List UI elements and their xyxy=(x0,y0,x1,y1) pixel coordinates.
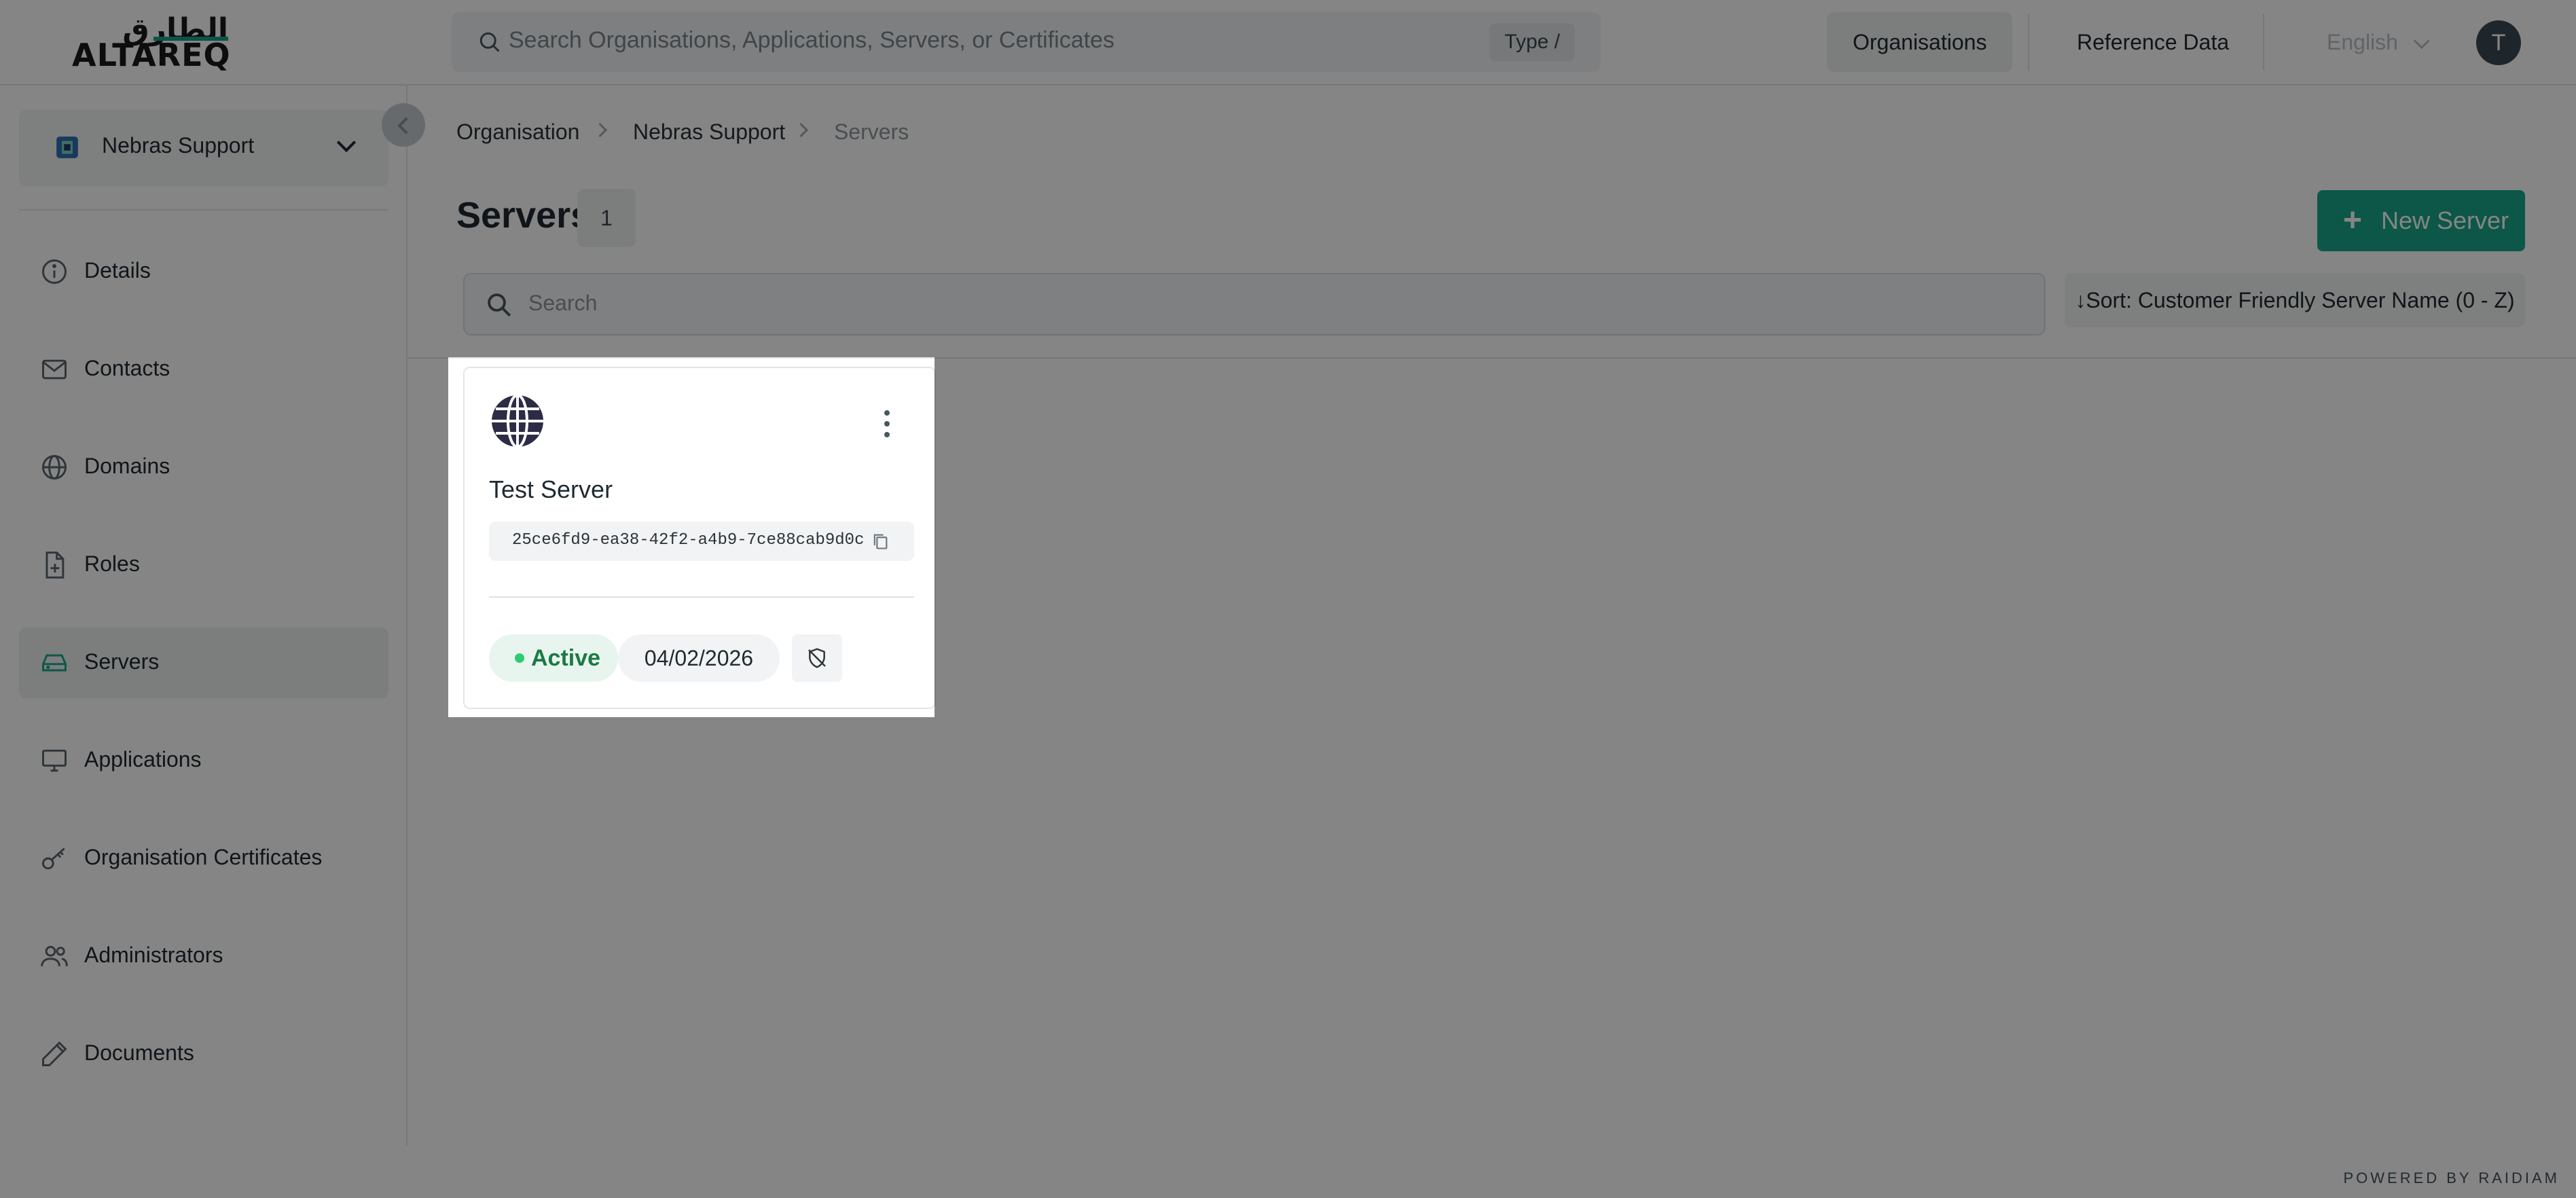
server-date-badge: 04/02/2026 xyxy=(618,634,780,682)
overlay-top xyxy=(0,0,2576,357)
shield-off-icon xyxy=(808,648,826,668)
status-badge: Active xyxy=(489,634,618,682)
server-card[interactable]: Test Server 25ce6fd9-ea38-42f2-a4b9-7ce8… xyxy=(463,367,936,709)
overlay-right xyxy=(935,357,2576,717)
server-id-field: 25ce6fd9-ea38-42f2-a4b9-7ce88cab9d0c xyxy=(489,522,914,561)
powered-by-footer: POWERED BY RAIDIAM xyxy=(2343,1169,2560,1186)
copy-icon[interactable] xyxy=(871,531,890,551)
status-dot-icon xyxy=(515,653,524,663)
overlay-bottom xyxy=(0,717,2576,1198)
certificate-shield-button[interactable] xyxy=(792,634,842,682)
card-divider xyxy=(489,596,914,598)
server-globe-icon xyxy=(492,394,543,448)
overlay-left xyxy=(0,357,448,717)
server-id: 25ce6fd9-ea38-42f2-a4b9-7ce88cab9d0c xyxy=(512,531,865,549)
more-options-icon[interactable] xyxy=(883,410,891,440)
status-label: Active xyxy=(531,645,601,671)
server-name[interactable]: Test Server xyxy=(489,475,613,504)
